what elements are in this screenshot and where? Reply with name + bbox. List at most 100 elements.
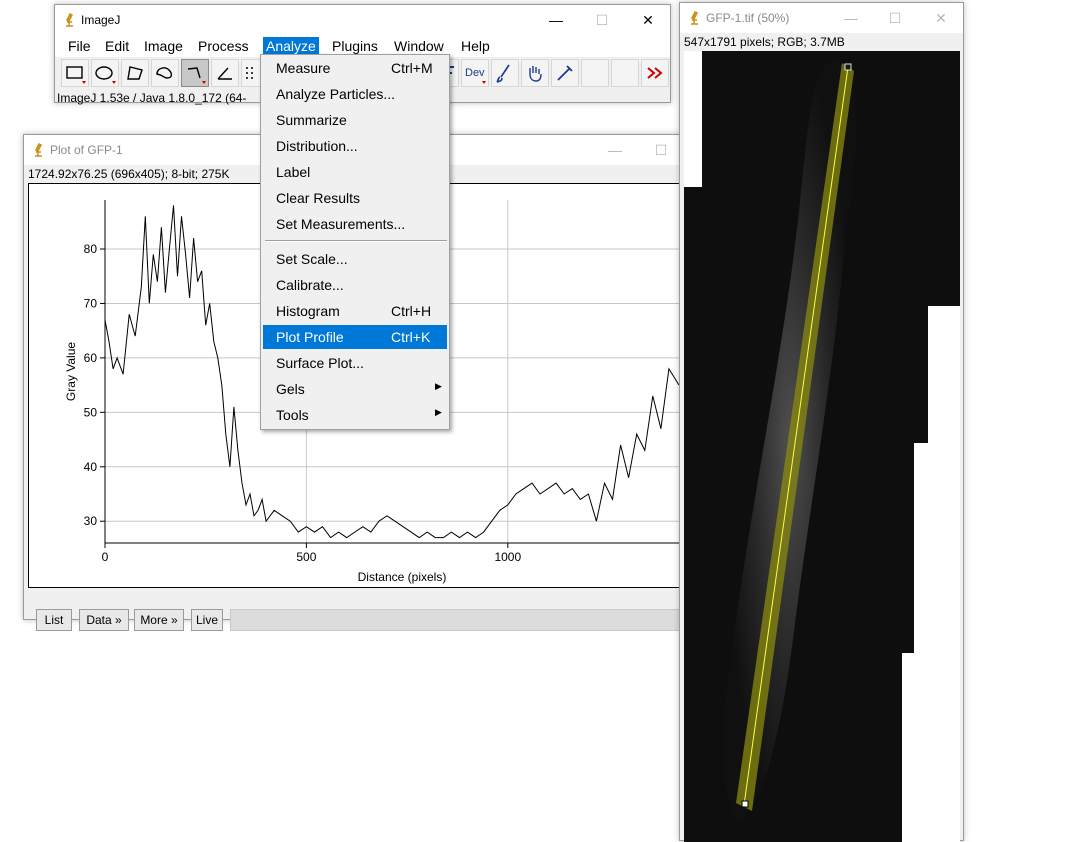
x-axis-label: Distance (pixels) bbox=[358, 570, 447, 584]
y-tick-label: 50 bbox=[84, 405, 98, 419]
oval-tool[interactable] bbox=[91, 59, 119, 87]
plot-info: 1724.92x76.25 (696x405); 8-bit; 275K bbox=[28, 167, 230, 181]
submenu-arrow-icon: ▶ bbox=[435, 407, 442, 417]
canvas-white-region bbox=[914, 443, 960, 653]
menu-item-label: Surface Plot... bbox=[276, 355, 364, 371]
menu-item-distribution[interactable]: Distribution... bbox=[263, 134, 447, 158]
maximize-button[interactable]: ☐ bbox=[579, 5, 625, 35]
menu-item-calibrate[interactable]: Calibrate... bbox=[263, 273, 447, 297]
menu-item-label: Distribution... bbox=[276, 138, 358, 154]
dropper-tool[interactable] bbox=[551, 59, 579, 87]
freehand-tool[interactable] bbox=[151, 59, 179, 87]
data-button[interactable]: Data » bbox=[79, 609, 129, 631]
dropper-icon bbox=[557, 65, 573, 81]
menu-help[interactable]: Help bbox=[458, 37, 493, 55]
more-tools-button[interactable] bbox=[641, 59, 669, 87]
gfp-image-canvas[interactable] bbox=[684, 51, 960, 842]
y-tick-label: 30 bbox=[84, 514, 98, 528]
line-tool[interactable] bbox=[181, 59, 209, 87]
point-tool[interactable] bbox=[241, 59, 261, 87]
dev-tool[interactable]: Dev bbox=[461, 59, 489, 87]
segmented-line-icon bbox=[187, 67, 206, 84]
menu-edit[interactable]: Edit bbox=[102, 37, 132, 55]
brush-tool[interactable] bbox=[491, 59, 519, 87]
empty-tool-slot-2[interactable] bbox=[611, 59, 639, 87]
dev-label: Dev bbox=[465, 67, 485, 79]
close-button[interactable]: ✕ bbox=[918, 3, 964, 33]
live-button[interactable]: Live bbox=[191, 609, 223, 631]
empty-tool-slot-1[interactable] bbox=[581, 59, 609, 87]
plot-button-bar-filler bbox=[230, 609, 680, 631]
menu-item-label: Label bbox=[276, 164, 311, 180]
roi-handle-start[interactable] bbox=[844, 63, 852, 71]
menu-item-summarize[interactable]: Summarize bbox=[263, 108, 447, 132]
y-tick-label: 40 bbox=[84, 460, 98, 474]
minimize-button[interactable]: — bbox=[533, 5, 579, 35]
menu-item-shortcut: Ctrl+K bbox=[391, 329, 431, 345]
menu-item-histogram[interactable]: Histogram Ctrl+H bbox=[263, 299, 447, 323]
menu-item-label-cmd[interactable]: Label bbox=[263, 160, 447, 184]
menu-item-clear-results[interactable]: Clear Results bbox=[263, 186, 447, 210]
oval-icon bbox=[95, 66, 116, 84]
menu-item-shortcut: Ctrl+M bbox=[391, 60, 433, 76]
analyze-menu: Measure Ctrl+M Analyze Particles... Summa… bbox=[260, 54, 450, 430]
list-button[interactable]: List bbox=[36, 609, 72, 631]
menu-item-set-measurements[interactable]: Set Measurements... bbox=[263, 212, 447, 236]
minimize-button[interactable]: — bbox=[592, 135, 638, 165]
imagej-title-bar[interactable]: ImageJ — ☐ ✕ bbox=[55, 5, 670, 35]
menu-item-label: Analyze Particles... bbox=[276, 86, 396, 102]
microscope-icon bbox=[34, 143, 43, 157]
menu-item-tools[interactable]: Tools ▶ bbox=[263, 403, 447, 427]
menu-item-surface-plot[interactable]: Surface Plot... bbox=[263, 351, 447, 375]
menu-item-gels[interactable]: Gels ▶ bbox=[263, 377, 447, 401]
microscope-icon bbox=[65, 13, 74, 27]
maximize-button[interactable]: ☐ bbox=[872, 3, 918, 33]
more-button[interactable]: More » bbox=[134, 609, 184, 631]
menu-image[interactable]: Image bbox=[141, 37, 186, 55]
maximize-button[interactable]: ☐ bbox=[638, 135, 684, 165]
y-tick-label: 80 bbox=[84, 242, 98, 256]
menu-process[interactable]: Process bbox=[195, 37, 252, 55]
y-tick-label: 70 bbox=[84, 296, 98, 310]
polygon-tool[interactable] bbox=[121, 59, 149, 87]
menu-file[interactable]: File bbox=[65, 37, 94, 55]
menu-item-set-scale[interactable]: Set Scale... bbox=[263, 247, 447, 271]
freehand-icon bbox=[156, 67, 173, 79]
angle-icon bbox=[217, 67, 232, 80]
menu-analyze[interactable]: Analyze bbox=[263, 37, 319, 55]
minimize-button[interactable]: — bbox=[828, 3, 874, 33]
point-icon bbox=[246, 67, 253, 79]
menu-item-analyze-particles[interactable]: Analyze Particles... bbox=[263, 82, 447, 106]
menu-item-label: Summarize bbox=[276, 112, 347, 128]
menu-item-label: Gels bbox=[276, 381, 305, 397]
menu-item-label: Clear Results bbox=[276, 190, 361, 206]
canvas-white-region bbox=[928, 306, 960, 443]
menu-item-label: Histogram bbox=[276, 303, 340, 319]
double-chevron-right-icon bbox=[647, 67, 663, 79]
rectangle-tool[interactable] bbox=[61, 59, 89, 87]
hand-tool[interactable] bbox=[521, 59, 549, 87]
angle-tool[interactable] bbox=[211, 59, 239, 87]
y-tick-label: 60 bbox=[84, 351, 98, 365]
rectangle-icon bbox=[66, 66, 86, 84]
roi-handle-end[interactable] bbox=[741, 800, 749, 808]
gfp-title-bar[interactable]: GFP-1.tif (50%) — ☐ ✕ bbox=[680, 3, 963, 33]
menu-separator bbox=[265, 240, 447, 242]
brush-icon bbox=[496, 64, 510, 83]
x-tick-label: 1000 bbox=[494, 550, 521, 564]
menu-item-label: Calibrate... bbox=[276, 277, 344, 293]
microscope-icon bbox=[690, 11, 699, 25]
plot-window-title: Plot of GFP-1 bbox=[50, 143, 123, 157]
menu-item-label: Set Scale... bbox=[276, 251, 348, 267]
menu-item-plot-profile[interactable]: Plot Profile Ctrl+K bbox=[263, 325, 447, 349]
gfp-image-window: GFP-1.tif (50%) — ☐ ✕ 547x1791 pixels; R… bbox=[679, 2, 964, 842]
close-button[interactable]: ✕ bbox=[625, 5, 671, 35]
menu-plugins[interactable]: Plugins bbox=[329, 37, 381, 55]
gfp-window-title: GFP-1.tif (50%) bbox=[706, 11, 790, 25]
gfp-image-info: 547x1791 pixels; RGB; 3.7MB bbox=[684, 35, 845, 49]
menu-window[interactable]: Window bbox=[391, 37, 447, 55]
menu-item-measure[interactable]: Measure Ctrl+M bbox=[263, 56, 447, 80]
canvas-white-region bbox=[684, 51, 702, 187]
hand-icon bbox=[529, 66, 542, 82]
menu-item-label: Set Measurements... bbox=[276, 216, 406, 232]
